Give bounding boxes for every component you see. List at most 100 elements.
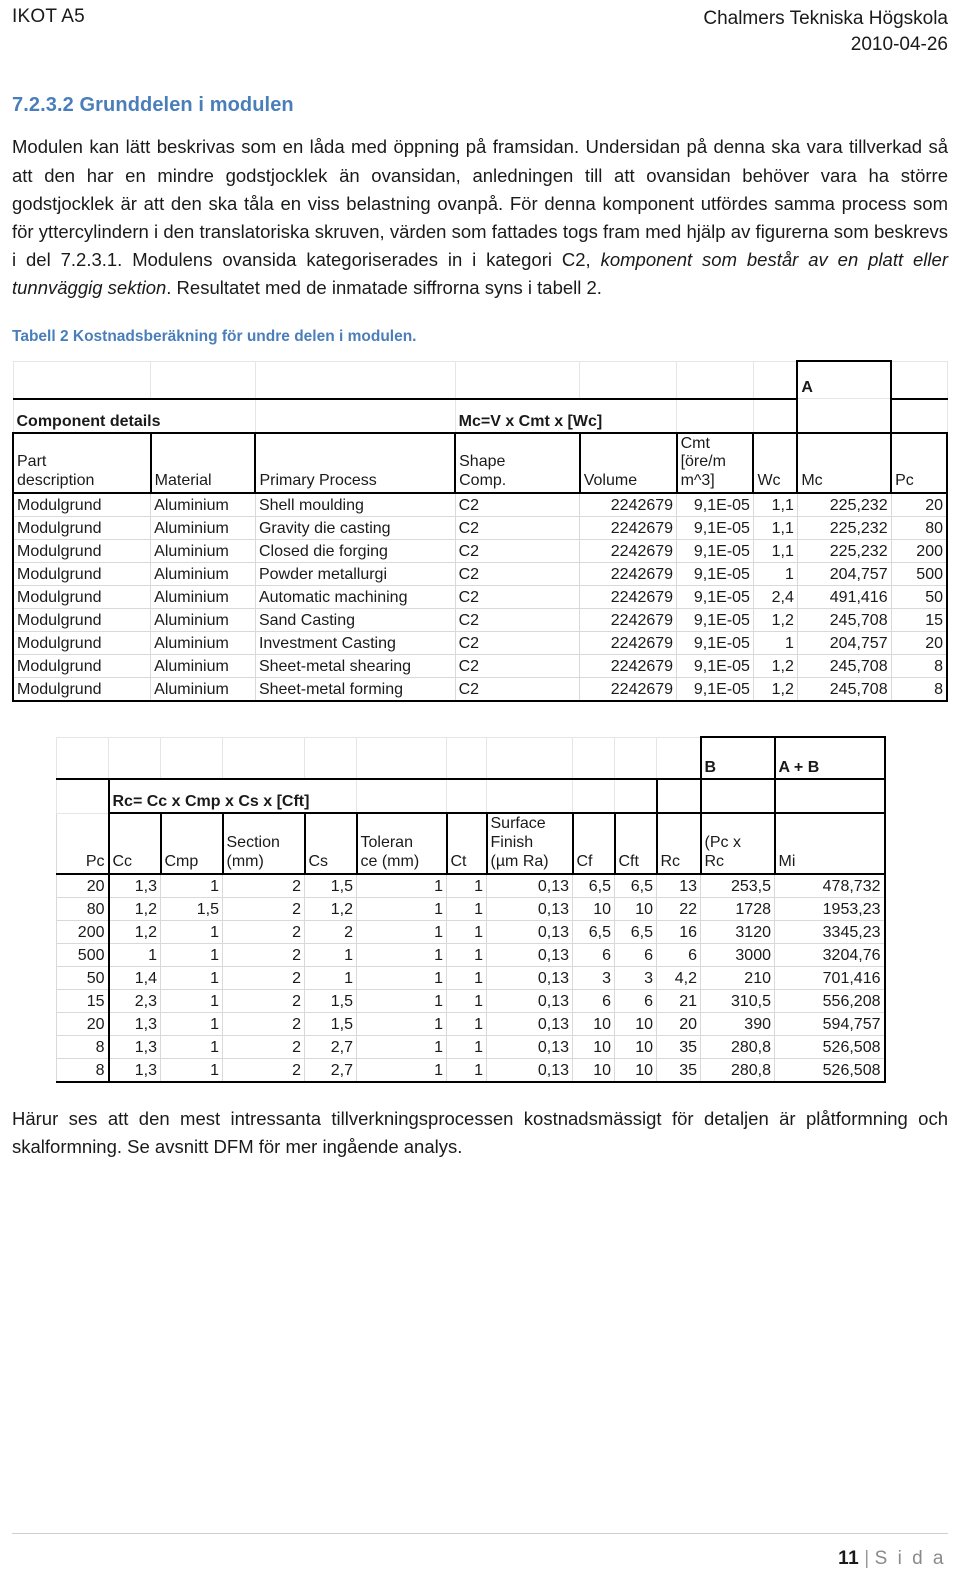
cell-part-description: Modulgrund	[12, 516, 152, 541]
group-label-formula-rc: Rc= Cc x Cmp x Cs x [Cft]	[107, 778, 357, 814]
spacer-cell-ab-column	[773, 778, 886, 814]
header-date: 2010-04-26	[850, 34, 948, 56]
cell-pc: 8	[56, 1034, 109, 1059]
header-course-code: IKOT A5	[12, 6, 85, 27]
cell-pc-x-rc: 1728	[700, 896, 775, 921]
table-row: 200 1,2 1 2 2 1 1 0,13 6,5 6,5 16 3120 3…	[56, 919, 886, 944]
cell-cs: 1,5	[304, 873, 357, 898]
cell-cmp: 1	[160, 965, 223, 990]
table-row: Modulgrund Aluminium Automatic machining…	[12, 585, 948, 610]
cell-volume: 2242679	[579, 516, 678, 541]
cell-cmp: 1	[160, 1034, 223, 1059]
cell-ct: 1	[446, 1034, 487, 1059]
column-header-surface-finish: Surface Finish (µm Ra)	[485, 812, 573, 875]
cell-mi: 3204,76	[774, 942, 886, 967]
cell-ct: 1	[446, 942, 487, 967]
cell-cmt: 9,1E-05	[676, 677, 754, 703]
spacer-cell	[752, 360, 798, 400]
spacer-cell	[222, 736, 305, 780]
cell-rc: 16	[656, 919, 701, 944]
column-header-volume: Volume	[578, 431, 678, 495]
cell-primary-process: Sheet-metal forming	[254, 677, 456, 703]
cell-volume: 2242679	[579, 539, 678, 564]
cell-pc: 8	[56, 1057, 109, 1083]
spacer-cell	[254, 360, 456, 400]
cell-rc: 4,2	[656, 965, 701, 990]
cell-cmp: 1	[160, 988, 223, 1013]
cell-cc: 1,3	[107, 1034, 161, 1059]
cell-cft: 6	[614, 988, 657, 1013]
cell-cs: 1,5	[304, 1011, 357, 1036]
cell-material: Aluminium	[150, 585, 256, 610]
cell-pc: 200	[890, 539, 948, 564]
cell-shape-comp: C2	[454, 492, 581, 518]
column-header-rc: Rc	[655, 812, 701, 875]
cell-cft: 6,5	[614, 919, 657, 944]
column-header-cmp: Cmp	[159, 812, 223, 875]
cell-section: 2	[222, 988, 305, 1013]
cell-wc: 1,2	[752, 608, 798, 633]
cell-cf: 10	[572, 1034, 615, 1059]
spacer-cell	[56, 778, 109, 814]
spacer-cell	[676, 360, 754, 400]
spacer-cell	[150, 360, 256, 400]
cell-mi: 3345,23	[774, 919, 886, 944]
cell-shape-comp: C2	[454, 516, 581, 541]
table-row: 20 1,3 1 2 1,5 1 1 0,13 6,5 6,5 13 253,5…	[56, 873, 886, 898]
cell-primary-process: Closed die forging	[254, 539, 456, 564]
cell-wc: 1,2	[752, 654, 798, 679]
table-row: 50 1,4 1 2 1 1 1 0,13 3 3 4,2 210 701,41…	[56, 965, 886, 990]
cell-shape-comp: C2	[454, 654, 581, 679]
column-header-cs: Cs	[303, 812, 357, 875]
cell-material: Aluminium	[150, 608, 256, 633]
cell-ct: 1	[446, 919, 487, 944]
cell-rc: 13	[656, 873, 701, 898]
page-number-separator: |	[864, 1548, 870, 1569]
header-organization: Chalmers Tekniska Högskola	[703, 8, 948, 29]
cell-cc: 1	[107, 942, 161, 967]
table-caption: Tabell 2 Kostnadsberäkning för undre del…	[12, 328, 417, 346]
cell-cmt: 9,1E-05	[676, 516, 754, 541]
column-header-line: Shape	[459, 453, 506, 471]
cell-rc: 35	[656, 1057, 701, 1083]
cell-cft: 6	[614, 942, 657, 967]
cell-ct: 1	[446, 896, 487, 921]
cell-mc: 245,708	[796, 654, 892, 679]
spacer-cell	[454, 360, 581, 400]
table-row: Modulgrund Aluminium Closed die forging …	[12, 539, 948, 564]
column-header-ct: Ct	[445, 812, 487, 875]
cell-mi: 526,508	[774, 1034, 886, 1059]
table-row-group-titles: Component details Mc=V x Cmt x [Wc]	[12, 397, 948, 434]
table-row: Modulgrund Aluminium Gravity die casting…	[12, 516, 948, 541]
header-organization-block: Chalmers Tekniska Högskola 2010-04-26	[703, 6, 948, 58]
table-header-row: Part description Material Primary Proces…	[12, 431, 948, 495]
cell-material: Aluminium	[150, 677, 256, 703]
cell-mc: 245,708	[796, 608, 892, 633]
cell-pc-x-rc: 210	[700, 965, 775, 990]
cell-section: 2	[222, 1057, 305, 1083]
column-header-line: [öre/m	[680, 453, 726, 471]
cell-shape-comp: C2	[454, 631, 581, 656]
cell-ct: 1	[446, 965, 487, 990]
cell-surface-finish: 0,13	[486, 1034, 573, 1059]
column-header-line: Surface	[490, 815, 546, 833]
intro-paragraph: Modulen kan lätt beskrivas som en låda m…	[12, 133, 948, 302]
cell-volume: 2242679	[579, 677, 678, 703]
cell-primary-process: Investment Casting	[254, 631, 456, 656]
cell-mc: 245,708	[796, 677, 892, 703]
table-row: 80 1,2 1,5 2 1,2 1 1 0,13 10 10 22 1728 …	[56, 896, 886, 921]
group-label-a: A	[796, 360, 893, 400]
column-header-tolerance: Toleran ce (mm)	[355, 812, 447, 875]
cell-cft: 10	[614, 1057, 657, 1083]
cell-surface-finish: 0,13	[486, 919, 573, 944]
closing-paragraph: Härur ses att den mest intressanta tillv…	[12, 1107, 948, 1157]
table-row: Modulgrund Aluminium Investment Casting …	[12, 631, 948, 656]
column-header-cmt: Cmt [öre/m m^3]	[675, 431, 754, 495]
column-header-section: Section (mm)	[221, 812, 305, 875]
cell-section: 2	[222, 919, 305, 944]
column-header-line: Part	[17, 453, 47, 471]
cell-material: Aluminium	[150, 631, 256, 656]
cell-cf: 10	[572, 896, 615, 921]
cell-volume: 2242679	[579, 654, 678, 679]
cell-mc: 204,757	[796, 562, 892, 587]
